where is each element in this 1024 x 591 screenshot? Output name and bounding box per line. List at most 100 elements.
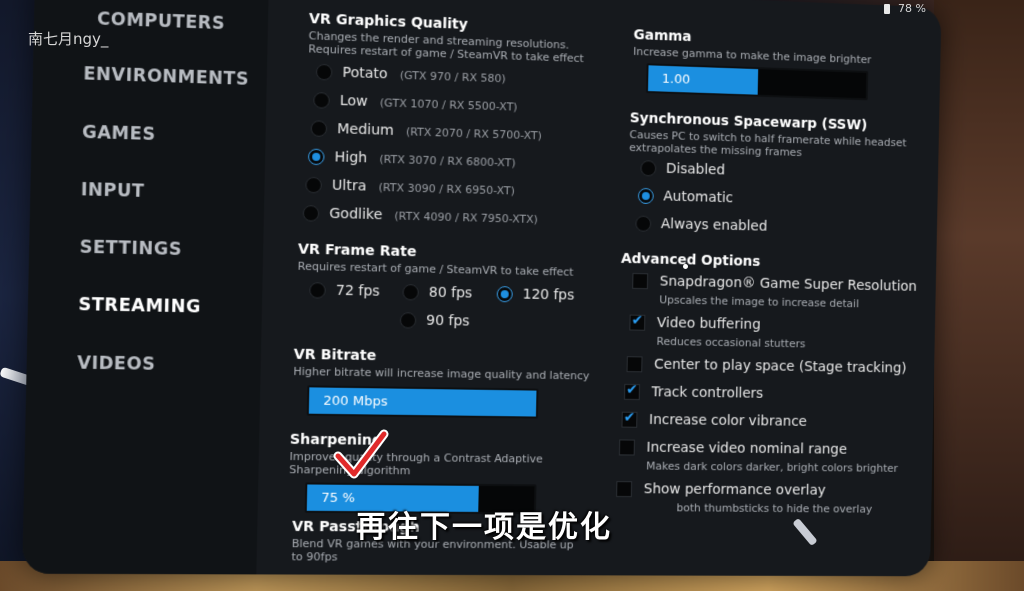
pointer-cursor-icon [333, 429, 389, 479]
option-label: Godlike [329, 205, 383, 224]
battery-level: 78 % [898, 2, 926, 15]
bitrate-slider[interactable]: 200 Mbps [306, 385, 539, 419]
option-hint: (RTX 3090 / RX 6950-XT) [378, 180, 515, 198]
nav-item-games[interactable]: GAMES [82, 122, 156, 145]
checkbox[interactable] [626, 356, 643, 373]
bitrate-desc: Higher bitrate will increase image quali… [293, 364, 590, 383]
sharpening-value: 75 % [321, 490, 355, 507]
advanced-title: Advanced Options [620, 250, 761, 270]
bitrate-title: VR Bitrate [293, 346, 377, 365]
option-hint: (RTX 3070 / RX 6800-XT) [379, 152, 516, 170]
option-label: Snapdragon® Game Super Resolution [659, 273, 918, 295]
option-label: Potato [342, 64, 388, 83]
radio-button-selected[interactable] [637, 187, 654, 205]
option-label: Always enabled [660, 216, 768, 235]
radio-button-selected[interactable] [496, 286, 513, 303]
gamma-slider[interactable]: 1.00 [646, 63, 869, 101]
checkbox-checked[interactable] [624, 383, 640, 401]
option-label: Automatic [663, 188, 734, 207]
radio-button[interactable] [402, 284, 419, 301]
watermark: 南七月ngy_ [28, 30, 109, 48]
nav-item-input[interactable]: INPUT [81, 180, 145, 202]
option-hint: (RTX 2070 / RX 5700-XT) [405, 124, 542, 142]
gamma-title: Gamma [633, 27, 692, 46]
option-hint: (RTX 4090 / RX 7950-XTX) [394, 208, 539, 226]
checkbox[interactable] [618, 439, 635, 456]
bitrate-value: 200 Mbps [323, 393, 388, 410]
gamma-value: 1.00 [661, 71, 691, 88]
option-center-play-space[interactable]: Center to play space (Stage tracking) [626, 356, 907, 377]
option-label: 120 fps [522, 286, 575, 304]
radio-button[interactable] [635, 215, 652, 232]
quality-option-low[interactable]: Low (GTX 1070 / RX 5500-XT) [313, 92, 518, 115]
framerate-option-72[interactable]: 72 fps [309, 282, 380, 300]
radio-button-selected[interactable] [307, 148, 325, 166]
radio-button[interactable] [315, 63, 333, 81]
option-label: Track controllers [651, 384, 764, 402]
quality-option-potato[interactable]: Potato (GTX 970 / RX 580) [315, 63, 506, 86]
option-desc: Upscales the image to increase detail [659, 293, 860, 311]
option-label: Video buffering [656, 315, 761, 333]
quality-option-godlike[interactable]: Godlike (RTX 4090 / RX 7950-XTX) [302, 205, 539, 227]
nav-item-streaming[interactable]: STREAMING [78, 295, 201, 318]
option-label: Low [339, 92, 368, 110]
option-video-buffering[interactable]: Video buffering [629, 314, 761, 333]
option-label: 80 fps [428, 284, 473, 302]
settings-panel: COMPUTERS ENVIRONMENTS GAMES INPUT SETTI… [22, 0, 942, 577]
option-label: 72 fps [335, 282, 380, 300]
pointer-dot [683, 264, 688, 269]
quality-option-high[interactable]: High (RTX 3070 / RX 6800-XT) [307, 148, 516, 171]
checkbox[interactable] [632, 272, 649, 290]
radio-button[interactable] [302, 205, 320, 222]
checkbox[interactable] [616, 481, 633, 498]
option-label: 90 fps [425, 312, 470, 330]
nav-item-environments[interactable]: ENVIRONMENTS [83, 64, 249, 90]
option-label: Increase video nominal range [646, 439, 848, 458]
framerate-desc: Requires restart of game / SteamVR to ta… [297, 259, 574, 279]
radio-button[interactable] [305, 176, 322, 194]
battery-icon [884, 3, 891, 14]
option-label: Show performance overlay [643, 481, 826, 499]
framerate-title: VR Frame Rate [297, 241, 417, 261]
option-hint: (GTX 1070 / RX 5500-XT) [379, 95, 518, 114]
framerate-option-90[interactable]: 90 fps [399, 312, 470, 330]
option-label: Increase color vibrance [648, 412, 808, 430]
option-label: Medium [337, 121, 395, 139]
option-label: High [334, 149, 368, 167]
nav-item-settings[interactable]: SETTINGS [79, 237, 182, 260]
ssw-option-always-enabled[interactable]: Always enabled [635, 215, 768, 235]
option-color-vibrance[interactable]: Increase color vibrance [621, 411, 808, 430]
nav-item-videos[interactable]: VIDEOS [77, 353, 156, 375]
radio-button[interactable] [399, 312, 417, 329]
video-subtitle: 再往下一项是优化 [356, 510, 612, 545]
option-label: Ultra [331, 177, 367, 195]
radio-button[interactable] [640, 160, 657, 177]
checkbox-checked[interactable] [629, 314, 646, 331]
ssw-option-automatic[interactable]: Automatic [637, 187, 734, 207]
option-track-controllers[interactable]: Track controllers [624, 383, 764, 402]
option-hint: (GTX 970 / RX 580) [399, 68, 506, 85]
radio-button[interactable] [313, 92, 330, 109]
framerate-option-120[interactable]: 120 fps [496, 286, 575, 304]
quality-option-medium[interactable]: Medium (RTX 2070 / RX 5700-XT) [310, 120, 542, 143]
checkbox-checked[interactable] [621, 411, 638, 428]
quality-option-ultra[interactable]: Ultra (RTX 3090 / RX 6950-XT) [305, 176, 515, 199]
background-right [934, 0, 1024, 591]
content-area: VR Graphics Quality Changes the render a… [256, 0, 941, 576]
sidebar: COMPUTERS ENVIRONMENTS GAMES INPUT SETTI… [22, 0, 269, 575]
option-label: Center to play space (Stage tracking) [653, 356, 907, 377]
framerate-option-80[interactable]: 80 fps [402, 284, 473, 302]
option-video-nominal-range[interactable]: Increase video nominal range [618, 439, 848, 458]
option-performance-overlay[interactable]: Show performance overlay [616, 481, 826, 499]
ssw-option-disabled[interactable]: Disabled [640, 160, 725, 178]
radio-button[interactable] [309, 282, 326, 299]
option-desc: Reduces occasional stutters [656, 334, 806, 351]
nav-item-computers[interactable]: COMPUTERS [97, 9, 225, 34]
option-game-super-resolution[interactable]: Snapdragon® Game Super Resolution [632, 272, 918, 295]
option-desc: both thumbsticks to hide the overlay [676, 501, 873, 516]
radio-button[interactable] [310, 120, 328, 137]
option-label: Disabled [665, 160, 726, 179]
option-desc: Makes dark colors darker, bright colors … [645, 459, 899, 475]
passthrough-desc-2: to 90fps [291, 550, 338, 564]
battery-indicator: 78 % [884, 2, 926, 15]
